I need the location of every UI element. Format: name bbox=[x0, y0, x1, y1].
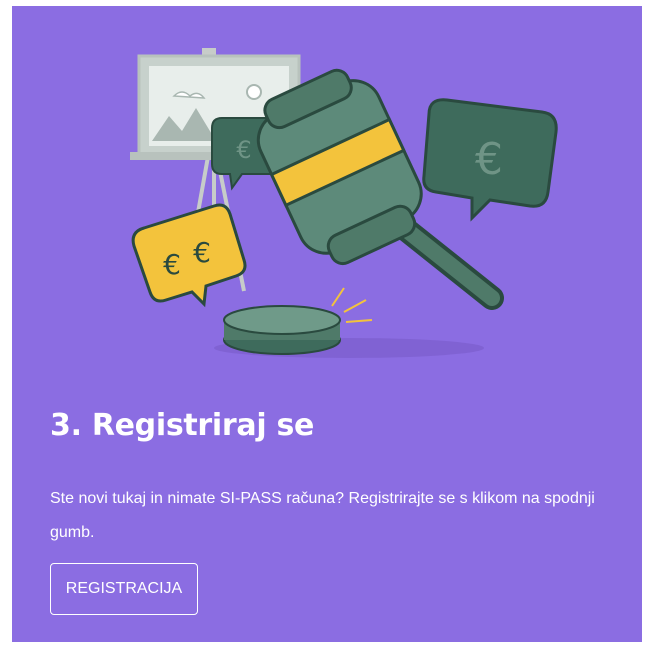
step-description: Ste novi tukaj in nimate SI-PASS računa?… bbox=[50, 490, 595, 541]
step-title: 3. Registriraj se bbox=[50, 408, 315, 443]
auction-gavel-illustration: € € € € bbox=[130, 48, 558, 358]
euro-bubble-icon: € € bbox=[131, 203, 247, 308]
euro-bubble-icon: € bbox=[422, 98, 558, 222]
svg-text:€: € bbox=[193, 236, 211, 269]
registration-step-card: € € € € 3. Registriraj se Ste novi tukaj… bbox=[12, 6, 642, 642]
svg-text:€: € bbox=[475, 134, 503, 185]
svg-text:€: € bbox=[163, 248, 181, 281]
sound-block-icon bbox=[214, 287, 484, 358]
registration-button[interactable]: REGISTRACIJA bbox=[50, 563, 198, 615]
svg-text:€: € bbox=[236, 136, 251, 164]
